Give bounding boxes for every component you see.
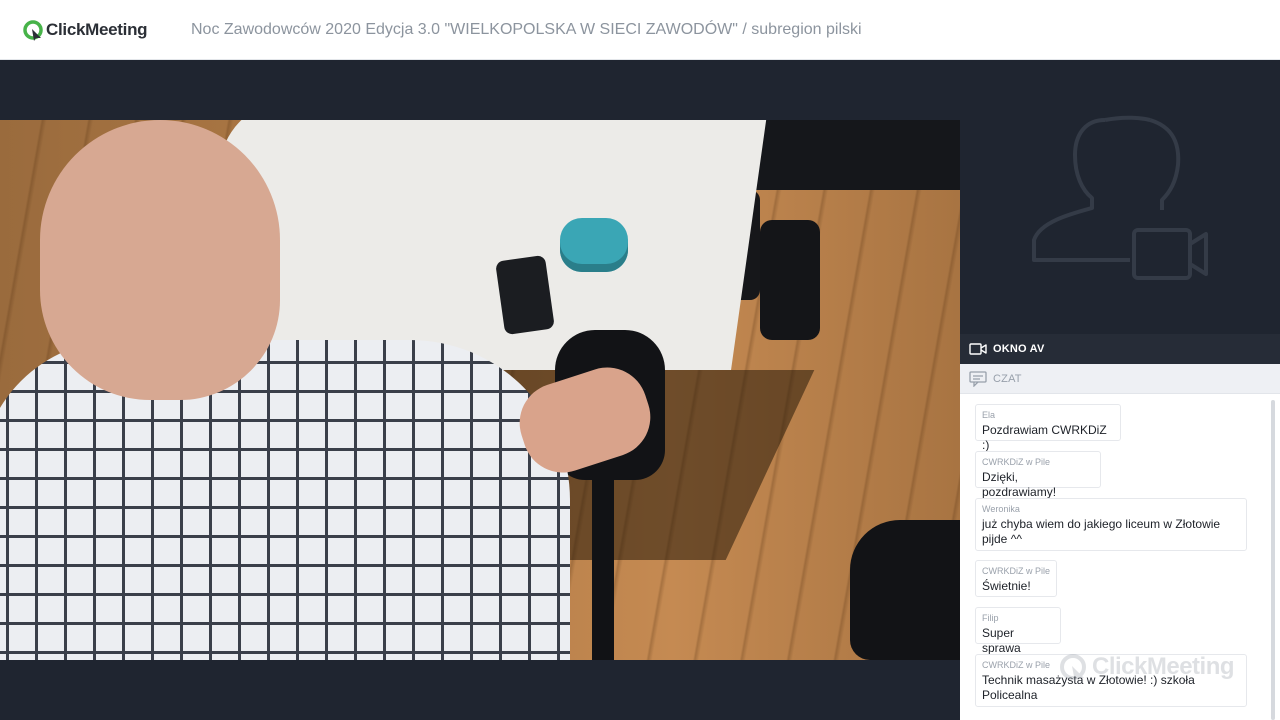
clickmeeting-logo-icon (23, 20, 43, 41)
message-text-continued: pijde ^^ (982, 532, 1022, 546)
message-text: Świetnie! (982, 579, 1031, 593)
event-title: Noc Zawodowców 2020 Edycja 3.0 "WIELKOPO… (191, 21, 862, 38)
chat-message: Ela Pozdrawiam CWRKDiZ :) (975, 404, 1121, 452)
watermark: ClickMeeting (1058, 652, 1235, 682)
message-text: już chyba wiem do jakiego liceum w Złoto… (982, 517, 1221, 531)
chat-message: CWRKDiZ w Pile Dzięki, pozdrawiamy! (975, 451, 1101, 499)
clickmeeting-logo: ClickMeeting (22, 19, 148, 41)
message-text: Dzięki, pozdrawiamy! (982, 470, 1057, 499)
message-author: Ela (982, 410, 996, 420)
presenter-video[interactable] (0, 120, 960, 660)
chat-message: CWRKDiZ w Pile Świetnie! (975, 560, 1057, 597)
presenter-stage (0, 60, 960, 720)
message-author: CWRKDiZ w Pile (982, 566, 1051, 576)
video-camera-icon (969, 342, 987, 356)
chat-icon (969, 370, 987, 387)
watermark-text: ClickMeeting (1092, 653, 1235, 680)
tab-chat[interactable]: CZAT (960, 364, 1280, 394)
user-camera-placeholder-icon (1032, 115, 1208, 280)
message-text: Pozdrawiam CWRKDiZ :) (982, 423, 1107, 452)
tab-av-window-label: OKNO AV (993, 343, 1045, 355)
chat-scrollbar[interactable] (1271, 400, 1275, 720)
message-author: Filip (982, 613, 999, 623)
av-window (960, 60, 1280, 334)
clickmeeting-watermark-icon (1060, 654, 1086, 682)
chat-message: Filip Super sprawa (975, 607, 1061, 655)
tab-av-window[interactable]: OKNO AV (960, 334, 1280, 364)
message-author: CWRKDiZ w Pile (982, 457, 1051, 467)
tab-chat-label: CZAT (993, 372, 1022, 385)
message-text-continued: Policealna (982, 688, 1038, 702)
message-text: Super sprawa (982, 626, 1021, 655)
message-author: Weronika (982, 504, 1020, 514)
top-header: ClickMeeting Noc Zawodowców 2020 Edycja … (0, 0, 1280, 60)
chat-message: Weronika już chyba wiem do jakiego liceu… (975, 498, 1247, 551)
brand-name: ClickMeeting (46, 20, 148, 39)
